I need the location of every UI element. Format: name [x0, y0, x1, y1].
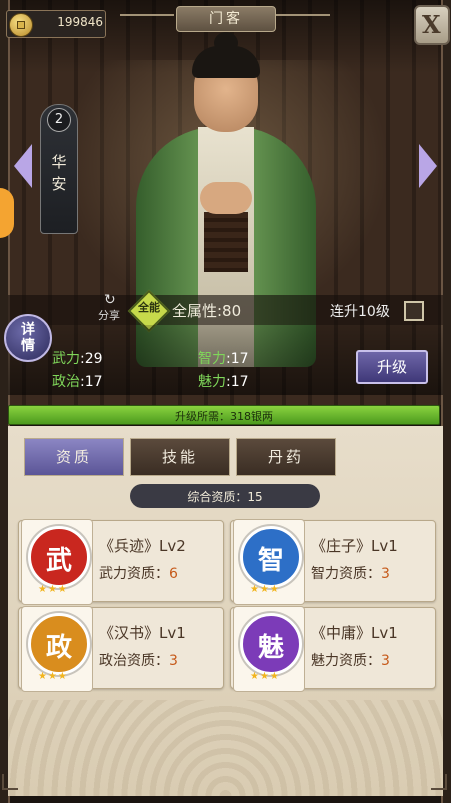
stat-force-value: :29 — [80, 351, 103, 367]
card-icon-frame: 政 ★★★ — [21, 606, 93, 692]
force-seal-icon: 武 — [28, 526, 90, 588]
character-name-line2: 安 — [51, 175, 67, 193]
book-aptitude: 武力资质：6 — [99, 563, 178, 583]
book-card-force[interactable]: 武 ★★★ 《兵迹》Lv2 武力资质：6 — [18, 519, 224, 605]
coin-icon — [9, 13, 33, 37]
side-tab[interactable] — [0, 188, 14, 238]
stat-charm: 魅力:17 — [198, 371, 249, 391]
tab-pills[interactable]: 丹药 — [236, 438, 336, 476]
upgrade-cost-bar: 升级所需：318银两 — [8, 405, 440, 425]
stat-intellect: 智力:17 — [198, 348, 249, 368]
book-card-charm[interactable]: 魅 ★★★ 《中庸》Lv1 魅力资质：3 — [230, 606, 436, 692]
charm-seal-icon: 魅 — [240, 613, 302, 675]
overall-aptitude-banner: 综合资质：15 — [130, 484, 320, 508]
chain-upgrade-label: 连升10级 — [330, 304, 390, 320]
aptitude-label: 政治资质： — [99, 653, 169, 669]
details-label: 详 情 — [12, 322, 44, 354]
tab-skills[interactable]: 技能 — [130, 438, 230, 476]
book-aptitude: 魅力资质：3 — [311, 650, 390, 670]
book-title: 《庄子》Lv1 — [311, 537, 398, 555]
details-button[interactable]: 详 情 — [4, 314, 52, 362]
share-button[interactable]: ↻ 分享 — [98, 292, 128, 322]
aptitude-value: 3 — [169, 653, 178, 669]
stat-intellect-value: :17 — [226, 351, 249, 367]
aptitude-label: 智力资质： — [311, 566, 381, 582]
intellect-seal-icon: 智 — [240, 526, 302, 588]
all-attributes-value: 全属性:80 — [172, 302, 242, 320]
book-title: 《兵迹》Lv2 — [99, 537, 186, 555]
all-round-badge-text: 全能 — [138, 301, 160, 314]
rank-badge: 2 — [47, 108, 71, 132]
panel-pattern — [8, 700, 443, 796]
book-card-intellect[interactable]: 智 ★★★ 《庄子》Lv1 智力资质：3 — [230, 519, 436, 605]
stat-force-label: 武力 — [52, 351, 80, 367]
stat-politics: 政治:17 — [52, 371, 103, 391]
star-rating: ★★★ — [250, 671, 280, 682]
stat-force: 武力:29 — [52, 348, 103, 368]
card-icon-frame: 智 ★★★ — [233, 519, 305, 605]
aptitude-value: 3 — [381, 653, 390, 669]
seal-character: 智 — [257, 546, 284, 576]
upgrade-button[interactable]: 升级 — [356, 350, 428, 384]
hands — [200, 182, 252, 214]
character-name: 华 安 — [41, 151, 77, 195]
next-character-arrow[interactable] — [419, 144, 437, 188]
details-label-1: 详 — [21, 322, 35, 338]
corner-ornament — [2, 774, 18, 790]
corner-ornament — [431, 774, 447, 790]
name-banner: 2 华 安 — [40, 104, 78, 234]
window-title: 门客 — [176, 6, 276, 32]
star-rating: ★★★ — [38, 671, 68, 682]
share-label: 分享 — [98, 309, 120, 322]
politics-seal-icon: 政 — [28, 613, 90, 675]
title-ornament-right — [276, 14, 330, 16]
overall-aptitude-text: 综合资质：15 — [187, 490, 263, 504]
aptitude-value: 6 — [169, 566, 178, 582]
aptitude-label: 武力资质： — [99, 566, 169, 582]
star-rating: ★★★ — [38, 584, 68, 595]
close-icon: X — [422, 10, 441, 39]
stat-politics-value: :17 — [80, 374, 103, 390]
book-title: 《中庸》Lv1 — [311, 624, 398, 642]
seal-character: 政 — [45, 633, 72, 663]
stat-charm-value: :17 — [226, 374, 249, 390]
upgrade-cost-text: 升级所需：318银两 — [175, 410, 273, 423]
chain-upgrade-checkbox[interactable] — [404, 301, 424, 321]
book-aptitude: 政治资质：3 — [99, 650, 178, 670]
tab-aptitude[interactable]: 资质 — [24, 438, 124, 476]
stat-intellect-label: 智力 — [198, 351, 226, 367]
book-aptitude: 智力资质：3 — [311, 563, 390, 583]
hair — [192, 46, 260, 78]
stat-politics-label: 政治 — [52, 374, 80, 390]
aptitude-value: 3 — [381, 566, 390, 582]
prev-character-arrow[interactable] — [14, 144, 32, 188]
close-button[interactable]: X — [414, 5, 450, 45]
details-label-2: 情 — [21, 338, 35, 354]
sash — [204, 212, 248, 272]
stat-charm-label: 魅力 — [198, 374, 226, 390]
seal-character: 魅 — [257, 633, 284, 663]
seal-character: 武 — [45, 546, 72, 576]
aptitude-label: 魅力资质： — [311, 653, 381, 669]
share-icon: ↻ — [104, 292, 116, 308]
card-icon-frame: 武 ★★★ — [21, 519, 93, 605]
character-name-line1: 华 — [51, 153, 67, 171]
currency-display: 199846 — [6, 10, 106, 38]
title-ornament-left — [120, 14, 174, 16]
currency-amount: 199846 — [57, 15, 103, 29]
retainer-screen: 199846 门客 X 2 华 安 ↻ 分享 全能 全属性:80 连升10级 详… — [0, 0, 451, 803]
card-icon-frame: 魅 ★★★ — [233, 606, 305, 692]
book-title: 《汉书》Lv1 — [99, 624, 186, 642]
window-title-text: 门客 — [209, 11, 243, 27]
star-rating: ★★★ — [250, 584, 280, 595]
book-card-politics[interactable]: 政 ★★★ 《汉书》Lv1 政治资质：3 — [18, 606, 224, 692]
